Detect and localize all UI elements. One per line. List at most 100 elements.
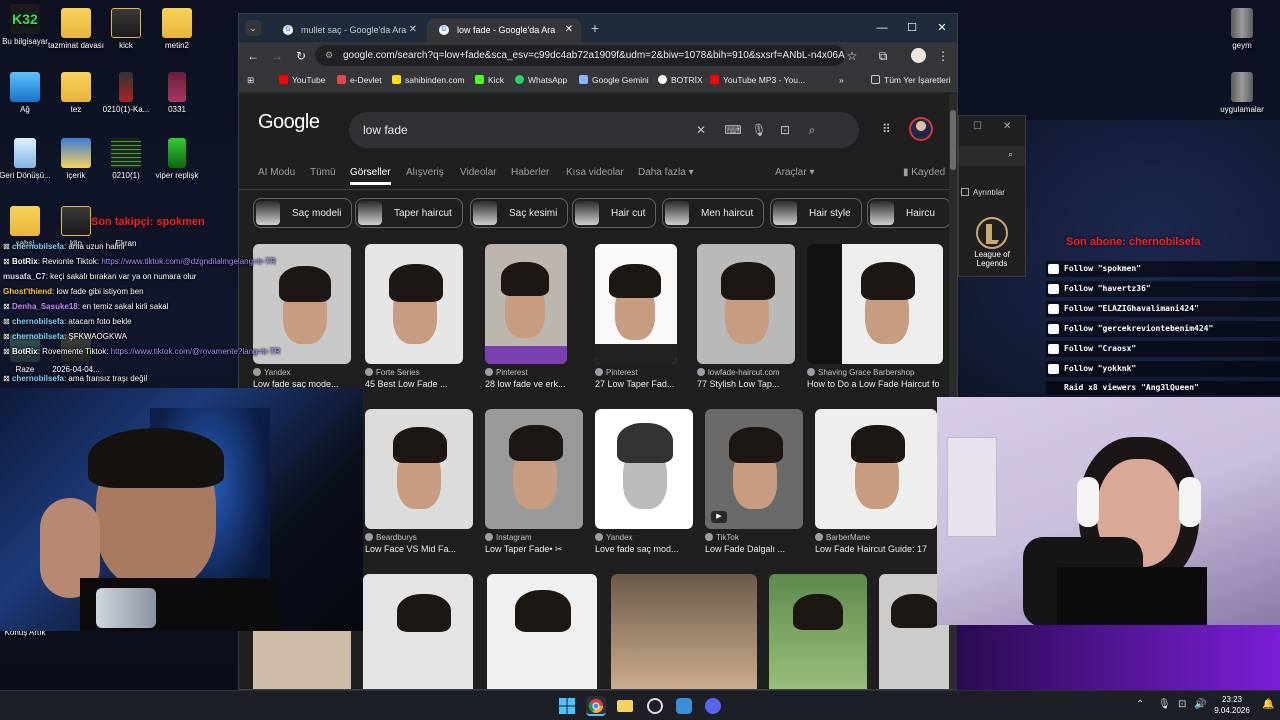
tools-button[interactable]: Araçlar ▾	[775, 164, 815, 182]
back-button[interactable]: ←	[243, 46, 263, 66]
extensions-icon[interactable]: ⧉	[873, 46, 893, 66]
chip-thumbnail	[773, 201, 797, 225]
tab-search-icon[interactable]: ⌄	[245, 20, 261, 36]
desktop-icon-uygulamalar[interactable]: uygulamalar	[1212, 72, 1272, 115]
lens-icon[interactable]: ⊡	[776, 121, 794, 139]
desktop-icon-0331[interactable]: 0331	[147, 72, 207, 115]
mic-icon[interactable]: 🎙	[750, 121, 768, 139]
tab-videos[interactable]: Videolar	[460, 164, 497, 182]
discord-taskbar-icon[interactable]	[703, 696, 723, 716]
bookmark-youtube[interactable]: YouTube	[279, 75, 325, 85]
keyboard-icon[interactable]: ⌨	[724, 121, 742, 139]
scrollbar-thumb[interactable]	[950, 110, 956, 170]
network-tray-icon[interactable]: ⊡	[1178, 699, 1186, 710]
heart-icon	[1048, 344, 1059, 354]
chip-sac-kesimi[interactable]: Saç kesimi	[470, 198, 569, 228]
forward-button[interactable]: →	[267, 46, 287, 66]
image-result[interactable]: BarberMane Low Fade Haircut Guide: 17	[815, 409, 937, 554]
image-result[interactable]: lowfade-haircut.com 77 Stylish Low Tap..…	[697, 244, 795, 389]
bookmark-whatsapp[interactable]: WhatsApp	[515, 75, 567, 85]
image-result[interactable]: ▶ TikTok Low Fade Dalgalı ...	[705, 409, 803, 554]
image-result[interactable]: Pinterest 28 low fade ve erk...	[485, 244, 567, 389]
reload-button[interactable]: ↻	[291, 46, 311, 66]
google-apps-icon[interactable]: ⠿	[882, 122, 891, 136]
tab-short-videos[interactable]: Kısa videolar	[566, 164, 624, 182]
image-result[interactable]: Shaving Grace Barbershop How to Do a Low…	[807, 244, 943, 389]
account-avatar[interactable]	[909, 117, 933, 141]
image-result[interactable]: Beardburys Low Face VS Mid Fa...	[365, 409, 473, 554]
close-icon[interactable]: ✕	[565, 18, 573, 42]
chip-sac-modeli[interactable]: Saç modeli	[253, 198, 353, 228]
image-result[interactable]	[363, 574, 473, 689]
tray-overflow-icon[interactable]: ⌃	[1136, 699, 1144, 710]
bookmark-gemini[interactable]: Google Gemini	[579, 75, 649, 85]
tab-images[interactable]: Görseller	[350, 164, 391, 185]
search-box[interactable]: low fade ✕ ⌨ 🎙 ⊡ ⌕	[349, 112, 859, 148]
site-info-icon[interactable]: ⚙	[325, 45, 333, 66]
bookmark-star-icon[interactable]: ☆	[842, 46, 862, 66]
tab-all[interactable]: Tümü	[310, 164, 336, 182]
chrome-taskbar-icon[interactable]	[586, 696, 606, 716]
menu-icon[interactable]: ⋮	[933, 46, 953, 66]
volume-tray-icon[interactable]: 🔊	[1194, 699, 1206, 710]
league-of-legends-icon[interactable]	[975, 216, 1009, 250]
file-explorer-taskbar-icon[interactable]	[615, 696, 635, 716]
maximize-button[interactable]: ☐	[897, 14, 927, 42]
close-window-button[interactable]: ✕	[927, 14, 957, 42]
bookmark-edevlet[interactable]: e-Devlet	[337, 75, 382, 85]
bookmarks-overflow-icon[interactable]: »	[839, 75, 844, 85]
image-result[interactable]	[611, 574, 757, 689]
details-button[interactable]: Ayrıntılar	[961, 188, 1005, 197]
app-taskbar-icon[interactable]	[645, 696, 665, 716]
image-result[interactable]: Instagram Low Taper Fade• ✂	[485, 409, 583, 555]
close-icon[interactable]: ✕	[409, 18, 417, 42]
app-taskbar-icon[interactable]	[674, 696, 694, 716]
tab-ai-mode[interactable]: AI Modu	[258, 164, 295, 182]
tab-news[interactable]: Haberler	[511, 164, 549, 182]
image-result[interactable]	[487, 574, 597, 689]
maximize-icon[interactable]: ☐	[973, 121, 982, 132]
bookmark-kick[interactable]: Kick	[475, 75, 504, 85]
chip-label: Saç modeli	[292, 208, 342, 219]
result-title: Low Taper Fade• ✂	[485, 544, 563, 554]
chip-hair-style[interactable]: Hair style	[770, 198, 862, 228]
microphone-tray-icon[interactable]: 🎙	[1158, 699, 1171, 710]
desktop-icon-metin2[interactable]: metin2	[147, 8, 207, 51]
minimize-button[interactable]: —	[867, 14, 897, 42]
clock[interactable]: 23:23 9.04.2026	[1212, 694, 1252, 716]
tab-more[interactable]: Daha fazla ▾	[638, 164, 694, 182]
desktop-icon-viper[interactable]: viper replişk	[147, 138, 207, 181]
chip-thumbnail	[473, 201, 497, 225]
desktop-icon-label: 2026-04-04...	[52, 365, 100, 374]
follow-alert: Follow "gercekreviontebenim424"	[1046, 321, 1280, 337]
search-input[interactable]: ⌕	[959, 146, 1025, 166]
image-result[interactable]: Forte Series 45 Best Low Fade ...	[365, 244, 463, 389]
google-logo[interactable]: Google	[258, 111, 320, 134]
bookmark-ytmp3[interactable]: YouTube MP3 - You...	[710, 75, 805, 85]
bookmarks-folder[interactable]: Tüm Yer İşaretleri	[871, 75, 951, 85]
chip-haircut[interactable]: Haircu	[867, 198, 951, 228]
tab-mullet[interactable]: G mullet saç - Google'da Ara ✕	[271, 18, 425, 42]
image-result[interactable]: Pinterest 27 Low Taper Fad...	[595, 244, 677, 389]
image-result[interactable]: Yandex Love fade saç mod...	[595, 409, 693, 554]
gemini-icon	[579, 75, 588, 84]
tab-low-fade[interactable]: G low fade - Google'da Ara ✕	[427, 18, 581, 42]
profile-avatar[interactable]	[911, 48, 926, 63]
chip-taper-haircut[interactable]: Taper haircut	[355, 198, 463, 228]
clear-icon[interactable]: ✕	[692, 121, 710, 139]
address-bar[interactable]: ⚙ google.com/search?q=low+fade&sca_esv=c…	[315, 45, 845, 66]
chip-hair-cut[interactable]: Hair cut	[572, 198, 657, 228]
apps-icon[interactable]: ⊞	[247, 75, 254, 86]
bookmark-sahibinden[interactable]: sahibinden.com	[392, 75, 465, 85]
search-icon[interactable]: ⌕	[803, 121, 821, 139]
close-icon[interactable]: ✕	[1003, 121, 1011, 132]
notification-icon[interactable]: 🔔	[1262, 699, 1274, 710]
image-result[interactable]	[769, 574, 867, 689]
bookmark-botrix[interactable]: BOTRİX	[658, 75, 703, 85]
desktop-icon-geym[interactable]: geym	[1212, 8, 1272, 51]
tab-shopping[interactable]: Alışveriş	[406, 164, 444, 182]
saved-button[interactable]: ▮ Kayded	[903, 164, 945, 182]
new-tab-button[interactable]: +	[585, 18, 605, 38]
start-button[interactable]	[557, 696, 577, 716]
chip-men-haircut[interactable]: Men haircut	[662, 198, 765, 228]
